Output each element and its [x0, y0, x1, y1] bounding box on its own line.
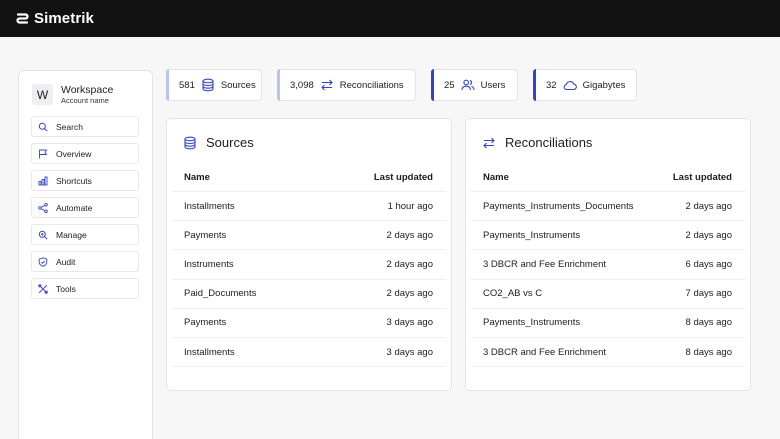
stat-label: Sources: [220, 79, 256, 91]
row-name: 3 DBCR and Fee Enrichment: [483, 258, 607, 270]
sidebar-item-manage[interactable]: Manage: [31, 224, 139, 245]
sidebar-item-label: Shortcuts: [56, 175, 92, 186]
table-row[interactable]: Installments 1 hour ago: [172, 192, 446, 222]
stat-value: 581: [179, 79, 195, 91]
sidebar-item-label: Manage: [56, 229, 87, 240]
stat-gigabytes[interactable]: 32 Gigabytes: [533, 69, 637, 101]
stat-value: 25: [444, 79, 455, 91]
sidebar-item-label: Automate: [56, 202, 93, 213]
row-name: Payments: [184, 317, 227, 329]
stat-label: Gigabytes: [582, 79, 626, 91]
top-bar: Simetrik: [0, 0, 780, 37]
row-updated: 3 days ago: [386, 317, 433, 329]
row-updated: 2 days ago: [685, 229, 732, 241]
table-row[interactable]: Payments_Instruments 2 days ago: [471, 221, 745, 251]
search-icon: [38, 122, 48, 131]
row-name: Installments: [184, 200, 235, 212]
row-name: Payments_Instruments: [483, 317, 581, 329]
row-name: Paid_Documents: [184, 288, 257, 300]
row-updated: 2 days ago: [386, 258, 433, 270]
panel-title: Sources: [206, 135, 254, 150]
account-name: Account name: [61, 96, 109, 105]
reconciliations-table: Name Last updated Payments_Instruments_D…: [471, 163, 745, 368]
table-row[interactable]: 3 DBCR and Fee Enrichment 6 days ago: [471, 250, 745, 280]
table-row[interactable]: Installments 3 days ago: [172, 338, 446, 368]
reconciliations-panel-header: Reconciliations: [482, 135, 592, 150]
column-header-name[interactable]: Name: [483, 172, 509, 183]
stat-label: Users: [480, 79, 506, 91]
reconciliations-panel: Reconciliations Name Last updated Paymen…: [465, 118, 751, 391]
sidebar: W Workspace Account name Search Overview…: [18, 70, 153, 439]
zoom-in-icon: [38, 230, 48, 239]
sidebar-item-label: Search: [56, 121, 83, 132]
database-icon: [202, 78, 214, 92]
table-row[interactable]: Payments 3 days ago: [172, 309, 446, 338]
row-name: Payments_Instruments_Documents: [483, 200, 634, 212]
sidebar-item-audit[interactable]: Audit: [31, 251, 139, 272]
table-header-row: Name Last updated: [471, 163, 745, 192]
sidebar-item-automate[interactable]: Automate: [31, 197, 139, 218]
simetrik-logo-icon: [16, 13, 29, 24]
sources-panel-header: Sources: [183, 135, 254, 150]
row-updated: 3 days ago: [386, 346, 433, 358]
row-updated: 2 days ago: [386, 288, 433, 300]
sidebar-nav: Search Overview Shortcuts Automate Manag…: [31, 116, 139, 305]
sidebar-item-tools[interactable]: Tools: [31, 278, 139, 299]
row-updated: 1 hour ago: [387, 200, 433, 212]
column-header-last-updated[interactable]: Last updated: [374, 172, 433, 183]
row-name: Payments_Instruments: [483, 229, 581, 241]
stat-reconciliations[interactable]: 3,098 Reconciliations: [277, 69, 416, 101]
column-header-name[interactable]: Name: [184, 172, 210, 183]
tools-icon: [38, 283, 48, 294]
row-name: CO2_AB vs C: [483, 288, 543, 300]
row-name: 3 DBCR and Fee Enrichment: [483, 346, 607, 358]
row-updated: 8 days ago: [685, 317, 732, 329]
panel-title: Reconciliations: [505, 135, 593, 150]
stat-label: Reconciliations: [339, 79, 404, 91]
row-updated: 2 days ago: [685, 200, 732, 212]
row-updated: 8 days ago: [685, 346, 732, 358]
stat-sources[interactable]: 581 Sources: [166, 69, 262, 101]
sidebar-item-label: Audit: [56, 256, 76, 267]
sidebar-item-overview[interactable]: Overview: [31, 143, 139, 164]
sidebar-item-label: Tools: [56, 283, 76, 294]
flag-icon: [39, 149, 47, 158]
table-row[interactable]: 3 DBCR and Fee Enrichment 8 days ago: [471, 338, 745, 368]
stat-value: 32: [546, 79, 557, 91]
users-icon: [461, 79, 475, 91]
database-icon: [184, 136, 196, 149]
arrows-exchange-icon: [321, 79, 333, 91]
row-name: Payments: [184, 229, 227, 241]
table-row[interactable]: CO2_AB vs C 7 days ago: [471, 280, 745, 309]
table-row[interactable]: Payments_Instruments 8 days ago: [471, 309, 745, 338]
app-name: Simetrik: [34, 10, 94, 27]
workspace-name: Workspace: [61, 84, 114, 96]
table-row[interactable]: Paid_Documents 2 days ago: [172, 280, 446, 309]
sidebar-item-search[interactable]: Search: [31, 116, 139, 137]
sources-panel: Sources Name Last updated Installments 1 …: [166, 118, 452, 391]
stat-users[interactable]: 25 Users: [431, 69, 518, 101]
app-logo[interactable]: Simetrik: [16, 10, 94, 27]
row-updated: 6 days ago: [685, 258, 732, 270]
sidebar-item-label: Overview: [56, 148, 92, 159]
share-icon: [38, 202, 48, 213]
table-row[interactable]: Instruments 2 days ago: [172, 250, 446, 280]
cloud-icon: [563, 81, 577, 91]
arrows-exchange-icon: [483, 137, 495, 148]
shield-icon: [38, 256, 48, 267]
bar-chart-icon: [38, 176, 48, 185]
column-header-last-updated[interactable]: Last updated: [673, 172, 732, 183]
table-row[interactable]: Payments 2 days ago: [172, 221, 446, 251]
row-name: Installments: [184, 346, 235, 358]
stat-value: 3,098: [290, 79, 314, 91]
row-updated: 2 days ago: [386, 229, 433, 241]
table-row[interactable]: Payments_Instruments_Documents 2 days ago: [471, 192, 745, 222]
table-header-row: Name Last updated: [172, 163, 446, 192]
sidebar-item-shortcuts[interactable]: Shortcuts: [31, 170, 139, 191]
workspace-avatar: W: [32, 84, 53, 105]
row-name: Instruments: [184, 258, 234, 270]
sources-table: Name Last updated Installments 1 hour ago…: [172, 163, 446, 368]
workspace-switcher[interactable]: W Workspace Account name: [32, 84, 113, 105]
row-updated: 7 days ago: [685, 288, 732, 300]
